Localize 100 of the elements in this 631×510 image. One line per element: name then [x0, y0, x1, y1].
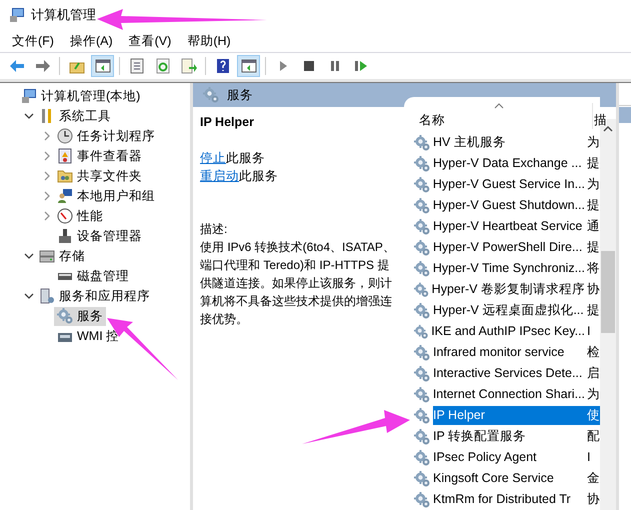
gear-icon [414, 240, 430, 256]
table-cell: 使 [587, 406, 600, 425]
service-name-cell[interactable]: Hyper-V 卷影复制请求程序 [432, 280, 587, 299]
table-cell-text: 协 [587, 281, 600, 298]
service-name-cell[interactable]: Infrared monitor service [433, 343, 587, 362]
column-header[interactable]: 名称 [404, 112, 592, 129]
log-icon [57, 148, 73, 164]
tree-item[interactable]: 设备管理器 [54, 226, 145, 246]
table-cell-text: 提 [587, 197, 600, 214]
tree-item[interactable]: 共享文件夹 [54, 166, 145, 186]
computer-icon [21, 88, 37, 104]
show-action-pane-button[interactable] [237, 55, 260, 77]
column-header[interactable]: 描 [593, 112, 607, 129]
computer-icon [9, 7, 25, 23]
service-name-cell[interactable]: Hyper-V Data Exchange ... [433, 154, 587, 173]
service-action: 重启动此服务 [200, 168, 279, 185]
device-icon [57, 228, 73, 244]
description-label: 描述: [200, 221, 228, 238]
panel-icon [240, 58, 256, 74]
clock-icon [57, 128, 73, 144]
table-cell-text: 为 [587, 176, 600, 193]
table-cell-text: I [587, 323, 592, 340]
gear-icon [414, 134, 430, 150]
gear-icon [414, 366, 430, 382]
help-icon [214, 58, 230, 74]
gear-icon [57, 308, 73, 324]
tree-item[interactable]: WMI 控 [54, 326, 122, 346]
service-name-cell[interactable]: Internet Connection Shari... [432, 385, 587, 404]
service-name-cell[interactable]: Hyper-V Guest Service In... [432, 175, 587, 194]
gear-icon [414, 260, 430, 276]
refresh-icon [154, 58, 170, 74]
resume-icon [352, 58, 368, 74]
table-cell-text: 提 [587, 239, 600, 256]
tree-item[interactable]: 性能 [54, 206, 106, 226]
window-title: 计算机管理 [31, 6, 96, 24]
table-cell-text: 启 [587, 365, 600, 382]
menu-item[interactable]: 查看(V) [120, 30, 180, 52]
service-name-cell[interactable]: Kingsoft Core Service [433, 469, 587, 488]
gear-icon [414, 282, 429, 298]
service-name-cell[interactable]: IP Helper [433, 406, 587, 425]
service-name-cell[interactable]: Hyper-V 远程桌面虚拟化... [433, 301, 587, 320]
service-name-cell[interactable]: Hyper-V PowerShell Dire... [433, 238, 587, 257]
service-name-cell[interactable]: Hyper-V Time Synchroniz... [432, 259, 587, 278]
table-cell-text: 金 [587, 470, 600, 487]
service-name-cell[interactable]: Hyper-V Heartbeat Service [433, 217, 587, 236]
menu-item[interactable]: 文件(F) [4, 30, 62, 52]
scroll-thumb[interactable] [601, 251, 615, 333]
table-cell-text: 通 [587, 218, 600, 235]
gear-icon [414, 198, 430, 214]
server-icon [39, 288, 55, 304]
action-link[interactable]: 停止 [200, 151, 226, 165]
gear-icon [414, 470, 430, 486]
tree-item[interactable]: 计算机管理(本地) [18, 86, 144, 106]
service-name-cell[interactable]: IP 转换配置服务 [433, 427, 587, 446]
service-name-cell[interactable]: Interactive Services Dete... [433, 364, 587, 383]
menu-item[interactable]: 帮助(H) [179, 30, 239, 52]
table-cell-text: 提 [587, 155, 600, 172]
storage-icon [39, 248, 55, 264]
description-text: 使用 IPv6 转换技术(6to4、ISATAP、端口代理和 Teredo)和 IP-HTTPS 提供隧道连接。如果停止该服务，则计算机将不具备这些技术提供的增强连接优势。 [200, 239, 396, 328]
tree-item[interactable]: 磁盘管理 [54, 266, 132, 286]
gear-icon [414, 176, 430, 192]
show-tree-button[interactable] [91, 55, 114, 77]
gear-icon [414, 156, 430, 172]
gear-icon [414, 218, 430, 234]
gear-icon [414, 428, 430, 444]
gear-icon [414, 492, 430, 508]
menu-item[interactable]: 操作(A) [62, 30, 121, 52]
service-name: IP Helper [200, 115, 255, 129]
users-icon [57, 188, 73, 204]
gear-icon [414, 324, 428, 340]
back-arrow-icon [8, 58, 24, 74]
tree-item[interactable]: 存储 [36, 246, 88, 266]
sort-caret-icon [494, 103, 504, 109]
tree-item[interactable]: 服务和应用程序 [36, 286, 153, 306]
service-name-cell[interactable]: HV 主机服务 [433, 133, 587, 152]
pane-header [619, 107, 631, 123]
table-cell-text: 检 [587, 344, 600, 361]
service-name-cell[interactable]: KtmRm for Distributed Tr [433, 490, 587, 509]
tree-item[interactable]: 任务计划程序 [54, 126, 158, 146]
scroll-up-icon[interactable] [603, 125, 613, 133]
gear-icon [203, 87, 219, 103]
gear-icon [414, 450, 430, 466]
gear-icon [414, 408, 430, 424]
tree-item[interactable]: 服务 [54, 306, 106, 326]
table-cell-text: 提 [587, 302, 600, 319]
export-icon [180, 58, 196, 74]
table-cell-text: 为 [587, 134, 600, 151]
service-name-cell[interactable]: IKE and AuthIP IPsec Key... [431, 322, 587, 341]
gear-icon [414, 386, 430, 402]
list-icon [128, 58, 144, 74]
gear-icon [414, 344, 430, 360]
tree-item[interactable]: 系统工具 [36, 106, 114, 126]
tree-item[interactable]: 事件查看器 [54, 146, 145, 166]
service-name-cell[interactable]: Hyper-V Guest Shutdown... [432, 196, 587, 215]
tree-item[interactable]: 本地用户和组 [54, 186, 158, 206]
table-cell-text: I [587, 449, 592, 466]
service-name-cell[interactable]: IPsec Policy Agent [433, 448, 587, 467]
table-cell-text: 协 [587, 491, 600, 508]
pane-title: 服务 [227, 86, 253, 104]
action-link[interactable]: 重启动 [200, 169, 239, 183]
